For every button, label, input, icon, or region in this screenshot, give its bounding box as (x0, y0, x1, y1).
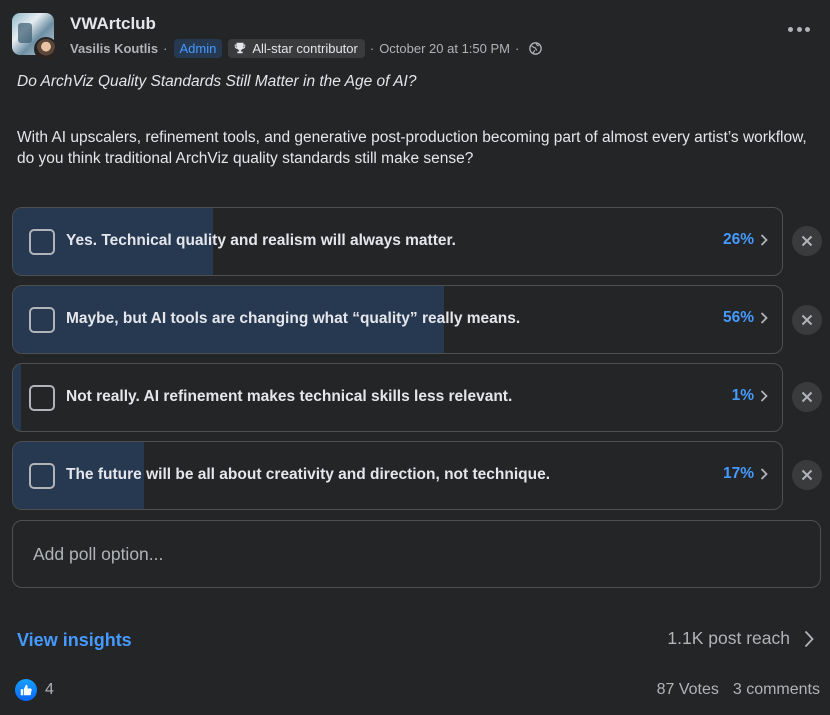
poll-percent-value: 56% (722, 309, 754, 326)
close-icon (801, 391, 813, 403)
meta-separator: · (369, 40, 375, 56)
allstar-label: All-star contributor (252, 40, 358, 56)
poll-percent-value: 17% (722, 465, 754, 482)
close-icon (801, 235, 813, 247)
remove-option-button[interactable] (792, 382, 822, 412)
allstar-badge: All-star contributor (228, 38, 365, 58)
poll-option-label: Maybe, but AI tools are changing what “q… (66, 310, 521, 327)
poll-option-percent[interactable]: 26% (723, 231, 768, 249)
chevron-right-icon (760, 234, 768, 246)
like-icon (15, 679, 37, 701)
poll-option[interactable]: Yes. Technical quality and realism will … (12, 207, 783, 276)
post-card: VWArtclub Vasilis Koutlis · Admin All-st… (0, 0, 830, 715)
author-avatar[interactable] (34, 37, 58, 61)
post-reach-label: 1.1K post reach (667, 628, 790, 648)
poll-checkbox[interactable] (29, 307, 55, 333)
chevron-right-icon (804, 630, 814, 647)
poll-option[interactable]: The future will be all about creativity … (12, 441, 783, 510)
meta-separator: · (514, 40, 520, 56)
author-name[interactable]: Vasilis Koutlis (70, 41, 158, 56)
remove-option-button[interactable] (792, 305, 822, 335)
trophy-icon (235, 42, 246, 54)
chevron-right-icon (760, 390, 768, 402)
poll-option-label: Not really. AI refinement makes technica… (66, 388, 513, 405)
post-body: With AI upscalers, refinement tools, and… (17, 129, 807, 167)
poll-option[interactable]: Not really. AI refinement makes technica… (12, 363, 783, 432)
add-poll-option-input[interactable] (12, 520, 821, 588)
poll-option-label: Yes. Technical quality and realism will … (66, 232, 456, 249)
reactions[interactable]: 4 (15, 679, 54, 701)
comments-count[interactable]: 3 comments (733, 681, 820, 699)
view-insights-link[interactable]: View insights (17, 630, 132, 651)
remove-option-button[interactable] (792, 460, 822, 490)
poll-option-fill (13, 364, 21, 431)
poll-checkbox[interactable] (29, 463, 55, 489)
more-options-icon[interactable] (788, 24, 810, 34)
chevron-right-icon (760, 468, 768, 480)
close-icon (801, 314, 813, 326)
poll-option-percent[interactable]: 1% (732, 387, 768, 405)
poll-checkbox[interactable] (29, 229, 55, 255)
post-title: Do ArchViz Quality Standards Still Matte… (17, 73, 417, 90)
globe-icon[interactable] (529, 41, 543, 55)
poll-percent-value: 26% (722, 231, 754, 248)
post-reach[interactable]: 1.1K post reach (667, 628, 814, 649)
post-meta: Vasilis Koutlis · Admin All-star contrib… (70, 37, 543, 59)
poll-checkbox[interactable] (29, 385, 55, 411)
poll-option[interactable]: Maybe, but AI tools are changing what “q… (12, 285, 783, 354)
poll-option-percent[interactable]: 56% (723, 309, 768, 327)
like-count: 4 (45, 681, 54, 698)
admin-badge: Admin (173, 38, 223, 58)
group-name[interactable]: VWArtclub (70, 14, 156, 34)
meta-separator: · (163, 40, 168, 56)
poll-option-label: The future will be all about creativity … (66, 466, 551, 483)
timestamp[interactable]: October 20 at 1:50 PM (379, 41, 510, 56)
close-icon (801, 469, 813, 481)
engagement-stats: 87 Votes 3 comments (657, 681, 820, 699)
avatar-stack[interactable] (12, 13, 58, 61)
remove-option-button[interactable] (792, 226, 822, 256)
poll-option-percent[interactable]: 17% (723, 465, 768, 483)
chevron-right-icon (760, 312, 768, 324)
poll-percent-value: 1% (731, 387, 754, 404)
votes-count[interactable]: 87 Votes (657, 681, 719, 699)
